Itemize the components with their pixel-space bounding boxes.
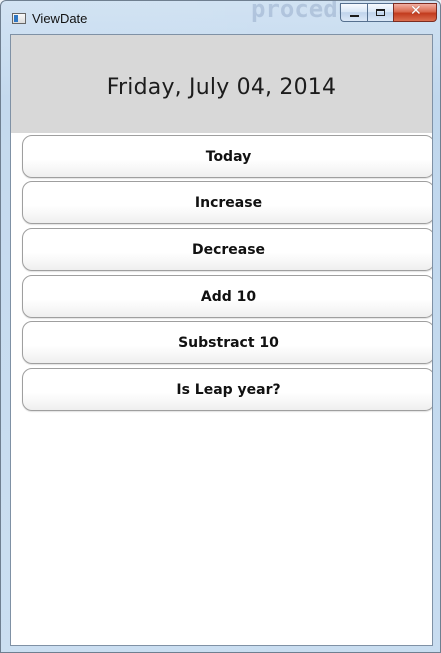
close-button[interactable] [393, 3, 437, 22]
decrease-button[interactable]: Decrease [22, 228, 432, 271]
maximize-button[interactable] [367, 3, 393, 22]
title-bar[interactable]: ViewDate [1, 1, 440, 34]
app-window: procedure ViewDate Friday, July 04, 2014… [0, 0, 441, 653]
add-10-button[interactable]: Add 10 [22, 275, 432, 318]
empty-content-area [11, 418, 432, 645]
minimize-button[interactable] [340, 3, 367, 22]
increase-button[interactable]: Increase [22, 181, 432, 224]
subtract-10-button[interactable]: Substract 10 [22, 321, 432, 364]
current-date-display: Friday, July 04, 2014 [106, 74, 337, 100]
minimize-icon [341, 4, 367, 21]
date-panel: Friday, July 04, 2014 [11, 35, 432, 133]
maximize-icon [368, 4, 393, 21]
leap-year-button[interactable]: Is Leap year? [22, 368, 432, 411]
today-button[interactable]: Today [22, 135, 432, 178]
client-area: Friday, July 04, 2014 Today Increase Dec… [10, 34, 433, 646]
window-title: ViewDate [32, 11, 88, 26]
app-window-icon [12, 13, 26, 24]
window-controls [340, 3, 437, 22]
close-icon [394, 3, 436, 21]
